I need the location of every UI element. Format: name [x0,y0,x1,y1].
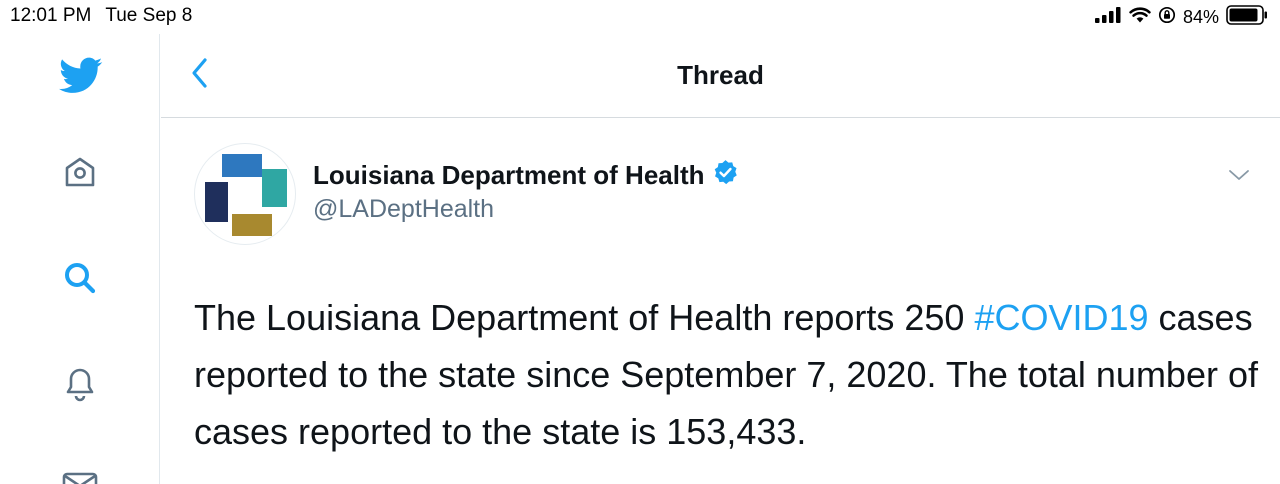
twitter-logo-icon[interactable] [57,54,105,98]
tweet-options-button[interactable] [1227,163,1251,187]
battery-percent: 84% [1182,6,1219,27]
status-time: 12:01 PM [10,5,92,26]
chevron-down-icon [1229,170,1249,180]
hashtag-link[interactable]: #COVID19 [974,297,1148,338]
home-icon[interactable] [60,152,100,192]
wifi-icon [1129,6,1151,28]
status-bar: 12:01 PM Tue Sep 8 84% [0,0,1280,34]
status-date: Tue Sep 8 [105,5,193,26]
author-handle[interactable]: @LADeptHealth [313,195,494,224]
signal-icon [1094,6,1122,28]
orientation-lock-icon [1158,6,1176,29]
verified-badge-icon [712,159,739,191]
ldh-logo-icon [205,154,287,236]
messages-icon[interactable] [60,470,100,484]
battery-icon [1226,4,1268,30]
notifications-bell-icon[interactable] [60,362,100,404]
tweet-text-part: The Louisiana Department of Health repor… [194,297,975,338]
sidebar-nav [0,34,160,484]
thread-header: Thread [161,34,1280,118]
author-name-row: Louisiana Department of Health [313,159,739,191]
author-name[interactable]: Louisiana Department of Health [313,160,705,191]
status-time-date: 12:01 PM Tue Sep 8 [10,5,192,27]
page-title: Thread [677,60,764,90]
tweet: Louisiana Department of Health @LADeptHe… [161,119,1280,484]
avatar[interactable] [194,143,296,245]
status-indicators: 84% [1094,4,1268,30]
search-icon[interactable] [60,258,100,298]
tweet-text: The Louisiana Department of Health repor… [194,289,1264,460]
